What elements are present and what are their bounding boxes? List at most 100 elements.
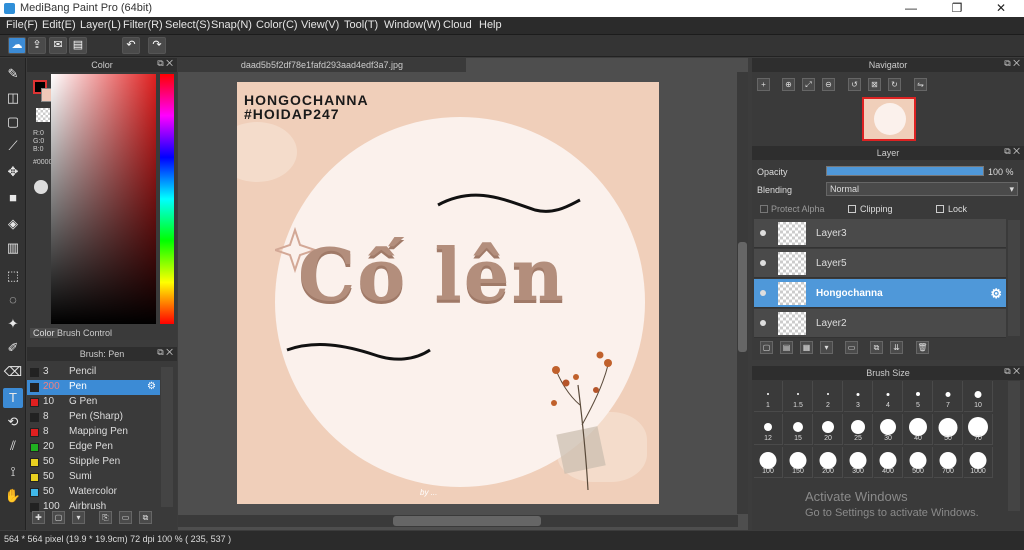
- brush-size-cell[interactable]: 20: [814, 414, 843, 445]
- minimize-button[interactable]: —: [888, 0, 934, 17]
- layer-settings-gear-icon[interactable]: ⚙: [990, 286, 1002, 302]
- duplicate-layer-icon[interactable]: ⧉: [870, 341, 883, 354]
- brush-size-cell[interactable]: 7: [934, 381, 963, 412]
- redo-icon[interactable]: ↷: [148, 37, 166, 54]
- divide-tool-icon[interactable]: ⫽: [3, 436, 23, 456]
- text-tool-icon[interactable]: T: [3, 388, 23, 408]
- zoom-out-icon[interactable]: ⊖: [822, 78, 835, 91]
- share-icon[interactable]: ⇪: [28, 37, 46, 54]
- zoom-plus-icon[interactable]: ⊕: [782, 78, 795, 91]
- menu-select[interactable]: Select(S): [165, 19, 210, 31]
- menu-view[interactable]: View(V): [301, 19, 339, 31]
- brush-item[interactable]: 3 Pencil: [27, 365, 160, 380]
- vertical-scrollbar[interactable]: [737, 72, 748, 514]
- rect-tool-icon[interactable]: ▢: [3, 112, 23, 132]
- undo-icon[interactable]: ↶: [122, 37, 140, 54]
- clipping-checkbox[interactable]: [848, 205, 856, 213]
- brush-item[interactable]: 50 Stipple Pen: [27, 455, 160, 470]
- eraser-tool-icon[interactable]: ◫: [3, 88, 23, 108]
- brush-new-icon[interactable]: ▢: [52, 511, 65, 524]
- visibility-eye-icon[interactable]: [760, 320, 766, 326]
- brush-folder-icon[interactable]: ▭: [119, 511, 132, 524]
- brush-add-icon[interactable]: ✚: [32, 511, 45, 524]
- layer-row[interactable]: Layer3: [754, 219, 1006, 248]
- brush-size-cell[interactable]: 1.5: [784, 381, 813, 412]
- brush-size-cell[interactable]: 1: [754, 381, 783, 412]
- brush-size-cell[interactable]: 300: [844, 447, 873, 478]
- new-layer-8bit-icon[interactable]: ▤: [780, 341, 793, 354]
- tab-brush-control[interactable]: Brush Control: [57, 328, 112, 338]
- brush-size-cell[interactable]: 1000: [964, 447, 993, 478]
- vertical-scroll-thumb[interactable]: [738, 242, 747, 352]
- protect-alpha-checkbox[interactable]: [760, 205, 768, 213]
- brush-size-controls-icon[interactable]: ⧉ ✕: [1004, 366, 1020, 377]
- navigator-controls-icon[interactable]: ⧉ ✕: [1004, 58, 1020, 69]
- navigator-preview[interactable]: [862, 97, 916, 141]
- maximize-button[interactable]: ❐: [934, 0, 980, 17]
- layer-row[interactable]: Hongochanna ⚙: [754, 279, 1006, 308]
- menu-snap[interactable]: Snap(N): [211, 19, 252, 31]
- layer-folder-icon[interactable]: ▭: [845, 341, 858, 354]
- opacity-slider[interactable]: [826, 166, 984, 176]
- visibility-eye-icon[interactable]: [760, 230, 766, 236]
- horizontal-scrollbar[interactable]: [178, 515, 738, 527]
- lock-checkbox[interactable]: [936, 205, 944, 213]
- brush-size-cell[interactable]: 50: [934, 414, 963, 445]
- zoom-in-icon[interactable]: +: [757, 78, 770, 91]
- brush-item[interactable]: 20 Edge Pen: [27, 440, 160, 455]
- brush-size-cell[interactable]: 500: [904, 447, 933, 478]
- brush-item[interactable]: 200 Pen ⚙: [27, 380, 160, 395]
- brush-item[interactable]: 8 Pen (Sharp): [27, 410, 160, 425]
- rotate-left-icon[interactable]: ↺: [848, 78, 861, 91]
- menu-layer[interactable]: Layer(L): [80, 19, 121, 31]
- eyedropper-tool-icon[interactable]: ⟟: [3, 462, 23, 482]
- tab-color[interactable]: Color: [30, 328, 58, 338]
- select-rect-tool-icon[interactable]: ⬚: [3, 266, 23, 286]
- gradient-tool-icon[interactable]: ▥: [3, 238, 23, 258]
- close-button[interactable]: ✕: [978, 0, 1024, 17]
- add-layer-dropdown-icon[interactable]: ▾: [820, 341, 833, 354]
- brush-size-scrollbar[interactable]: [1008, 381, 1020, 511]
- brush-size-cell[interactable]: 30: [874, 414, 903, 445]
- comment-icon[interactable]: ✉: [49, 37, 67, 54]
- brush-size-cell[interactable]: 4: [874, 381, 903, 412]
- menu-filter[interactable]: Filter(R): [123, 19, 163, 31]
- menu-help[interactable]: Help: [479, 19, 502, 31]
- layer-row[interactable]: Layer5: [754, 249, 1006, 278]
- brush-size-cell[interactable]: 2: [814, 381, 843, 412]
- brush-settings-icon[interactable]: ⧉: [139, 511, 152, 524]
- new-layer-1bit-icon[interactable]: ▦: [800, 341, 813, 354]
- menu-tool[interactable]: Tool(T): [344, 19, 378, 31]
- menu-edit[interactable]: Edit(E): [42, 19, 76, 31]
- brush-panel-controls-icon[interactable]: ⧉ ✕: [157, 347, 173, 358]
- blending-select[interactable]: Normal ▾: [826, 182, 1018, 196]
- document-tab[interactable]: daad5b5f2df78e1fafd293aad4edf3a7.jpg: [178, 58, 466, 72]
- brush-size-cell[interactable]: 40: [904, 414, 933, 445]
- move-tool-icon[interactable]: ✥: [3, 162, 23, 182]
- brush-size-cell[interactable]: 10: [964, 381, 993, 412]
- brush-size-cell[interactable]: 3: [844, 381, 873, 412]
- brush-copy-icon[interactable]: ⎘: [99, 511, 112, 524]
- brush-dropdown-icon[interactable]: ▾: [72, 511, 85, 524]
- brush-size-cell[interactable]: 400: [874, 447, 903, 478]
- panel-controls-icon[interactable]: ⧉ ✕: [157, 58, 173, 69]
- palette-icon[interactable]: [34, 180, 48, 194]
- brush-scrollbar[interactable]: [161, 367, 173, 507]
- delete-layer-icon[interactable]: 🗑: [916, 341, 929, 354]
- tablet-icon[interactable]: ▤: [69, 37, 87, 54]
- cloud-icon[interactable]: ☁: [8, 37, 26, 54]
- brush-item[interactable]: 50 Sumi: [27, 470, 160, 485]
- flip-icon[interactable]: ⇋: [914, 78, 927, 91]
- brush-size-cell[interactable]: 150: [784, 447, 813, 478]
- saturation-value-picker[interactable]: [51, 74, 156, 324]
- transparent-swatch[interactable]: [36, 108, 50, 122]
- brush-size-cell[interactable]: 700: [934, 447, 963, 478]
- menu-file[interactable]: File(F): [6, 19, 38, 31]
- brush-size-cell[interactable]: 12: [754, 414, 783, 445]
- brush-size-cell[interactable]: 200: [814, 447, 843, 478]
- new-layer-icon[interactable]: ▢: [760, 341, 773, 354]
- layer-scrollbar[interactable]: [1008, 220, 1020, 336]
- brush-tool-icon[interactable]: ✎: [3, 64, 23, 84]
- brush-item[interactable]: 8 Mapping Pen: [27, 425, 160, 440]
- rotate-right-icon[interactable]: ↻: [888, 78, 901, 91]
